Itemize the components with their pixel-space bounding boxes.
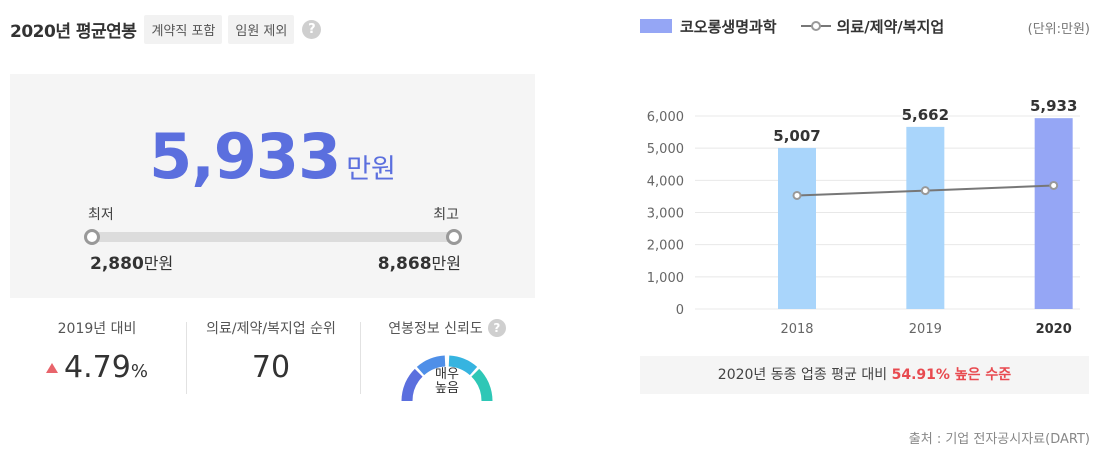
growth-percent-sign: % bbox=[130, 361, 148, 382]
salary-range-bar bbox=[84, 229, 462, 245]
max-knob bbox=[446, 229, 462, 245]
bar-value-label: 5,933 bbox=[1030, 97, 1077, 115]
up-arrow-icon bbox=[46, 362, 59, 373]
y-tick-label: 3,000 bbox=[647, 207, 684, 222]
help-icon[interactable]: ? bbox=[302, 19, 322, 39]
comparison-highlight: 54.91% 높은 수준 bbox=[891, 367, 1012, 383]
x-tick-label: 2020 bbox=[1036, 322, 1072, 337]
tag-executives-excluded: 임원 제외 bbox=[228, 14, 295, 44]
page-title: 2020년 평균연봉 bbox=[10, 21, 137, 42]
legend-industry: 의료/제약/복지업 bbox=[836, 17, 945, 36]
average-salary-value: 5,933 bbox=[149, 120, 341, 193]
x-tick-label: 2019 bbox=[909, 322, 942, 337]
title-row: 2020년 평균연봉 계약직 포함 임원 제외 ? bbox=[10, 14, 322, 44]
industry-point bbox=[792, 190, 802, 200]
industry-point bbox=[1049, 180, 1059, 190]
reliability-gauge: 매우 높음 bbox=[397, 346, 497, 406]
reliability-level-line1: 매우 bbox=[435, 367, 459, 382]
average-salary: 5,933 만원 bbox=[10, 120, 535, 193]
average-salary-unit: 만원 bbox=[346, 154, 396, 185]
reliability-label: 연봉정보 신뢰도 bbox=[388, 321, 483, 337]
reliability-stat: 연봉정보 신뢰도 ? 매우 높음 bbox=[362, 318, 532, 406]
industry-point bbox=[920, 186, 930, 196]
rank-value: 70 bbox=[251, 350, 291, 385]
rank-label: 의료/제약/복지업 순위 bbox=[206, 321, 336, 337]
bar bbox=[1034, 118, 1073, 309]
comparison-prefix: 2020년 동종 업종 평균 대비 bbox=[717, 367, 892, 383]
y-tick-label: 2,000 bbox=[647, 239, 684, 254]
y-tick-label: 6,000 bbox=[647, 110, 684, 125]
chart-legend: 코오롱생명과학 의료/제약/복지업 bbox=[640, 14, 944, 38]
reliability-level-line2: 높음 bbox=[435, 381, 459, 396]
bar bbox=[906, 126, 945, 309]
growth-stat: 2019년 대비 4.79% bbox=[12, 318, 182, 385]
reliability-label-row: 연봉정보 신뢰도 ? bbox=[362, 318, 532, 338]
growth-label: 2019년 대비 bbox=[57, 321, 137, 337]
average-salary-panel: 5,933 만원 최저 최고 2,880만원 8,868만원 bbox=[10, 74, 535, 298]
tag-contract-included: 계약직 포함 bbox=[144, 14, 223, 44]
stat-divider bbox=[360, 322, 361, 394]
min-label: 최저 bbox=[88, 207, 114, 223]
growth-value: 4.79 bbox=[64, 350, 131, 385]
min-salary-value: 2,880 bbox=[90, 254, 144, 274]
x-tick-label: 2018 bbox=[780, 322, 813, 337]
reliability-help-icon[interactable]: ? bbox=[487, 319, 506, 337]
bar bbox=[778, 147, 816, 309]
legend-company: 코오롱생명과학 bbox=[680, 17, 777, 36]
bar-value-label: 5,007 bbox=[773, 127, 820, 145]
min-salary-unit: 만원 bbox=[143, 254, 174, 273]
max-salary: 8,868만원 bbox=[378, 250, 461, 274]
line-legend-icon bbox=[800, 19, 831, 33]
min-salary: 2,880만원 bbox=[90, 250, 173, 274]
source-note: 출처 : 기업 전자공시자료(DART) bbox=[908, 432, 1090, 447]
growth-value-row: 4.79% bbox=[12, 350, 182, 385]
unit-note: (단위:만원) bbox=[1027, 22, 1090, 37]
min-knob bbox=[84, 229, 100, 245]
y-tick-label: 5,000 bbox=[647, 142, 684, 157]
bar-value-label: 5,662 bbox=[902, 106, 949, 124]
max-label: 최고 bbox=[433, 207, 459, 223]
rank-stat: 의료/제약/복지업 순위 70 bbox=[186, 318, 356, 385]
y-tick-label: 1,000 bbox=[647, 271, 684, 286]
max-salary-unit: 만원 bbox=[431, 254, 461, 273]
company-swatch bbox=[640, 19, 672, 33]
reliability-text: 매우 높음 bbox=[397, 368, 497, 396]
max-salary-value: 8,868 bbox=[377, 254, 432, 274]
industry-comparison: 2020년 동종 업종 평균 대비 54.91% 높은 수준 bbox=[640, 356, 1089, 394]
y-tick-label: 4,000 bbox=[647, 174, 684, 189]
salary-chart: 6,000 5,000 4,000 3,000 2,000 1,000 0 5,007 2018… bbox=[647, 97, 1080, 337]
y-tick-label: 0 bbox=[676, 303, 684, 318]
